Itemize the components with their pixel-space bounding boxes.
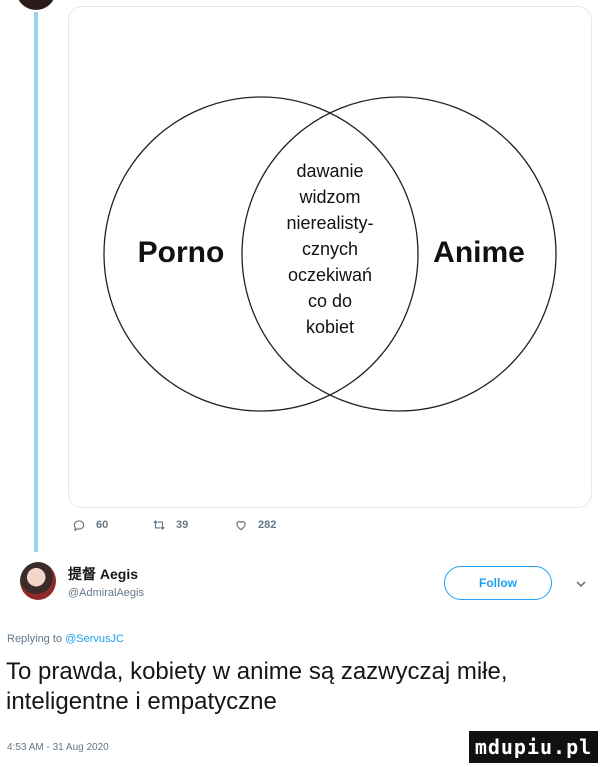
retweet-count: 39 [176,519,189,531]
tweet-actions: 60 39 282 [72,518,324,532]
left-label: Porno [138,236,225,269]
like-count: 282 [258,519,277,531]
avatar[interactable] [20,562,56,600]
retweet-icon [153,520,165,530]
retweet-action[interactable]: 39 [152,518,234,532]
chevron-down-icon[interactable] [575,578,587,590]
venn-diagram-card[interactable]: Porno Anime dawanie widzom nierealisty- … [68,6,592,508]
watermark-logo: mdupiu.pl [469,731,598,763]
follow-button[interactable]: Follow [444,566,552,600]
overlap-line: co do [308,291,352,311]
replying-to-label: Replying to [7,633,63,645]
replying-to: Replying to @ServusJC [7,633,124,645]
right-label: Anime [433,236,525,269]
overlap-line: nierealisty- [286,213,373,233]
heart-icon [236,520,246,531]
overlap-line: dawanie [296,161,363,181]
thread-line [34,12,38,552]
overlap-line: kobiet [306,317,354,337]
previous-tweet-avatar[interactable] [16,0,56,10]
overlap-line: widzom [298,187,360,207]
overlap-line: cznych [302,239,358,259]
reply-count: 60 [96,519,109,531]
user-handle[interactable]: @AdmiralAegis [68,587,144,599]
tweet-timestamp[interactable]: 4:53 AM - 31 Aug 2020 [7,742,109,753]
overlap-line: oczekiwań [288,265,372,285]
venn-diagram: Porno Anime dawanie widzom nierealisty- … [103,96,557,412]
display-name[interactable]: 提督 Aegis [68,566,138,582]
reply-icon [73,520,85,532]
like-action[interactable]: 282 [234,518,324,532]
tweet-text: To prawda, kobiety w anime są zazwyczaj … [6,658,508,715]
reply-action[interactable]: 60 [72,518,152,532]
mention-link[interactable]: @ServusJC [65,633,124,645]
